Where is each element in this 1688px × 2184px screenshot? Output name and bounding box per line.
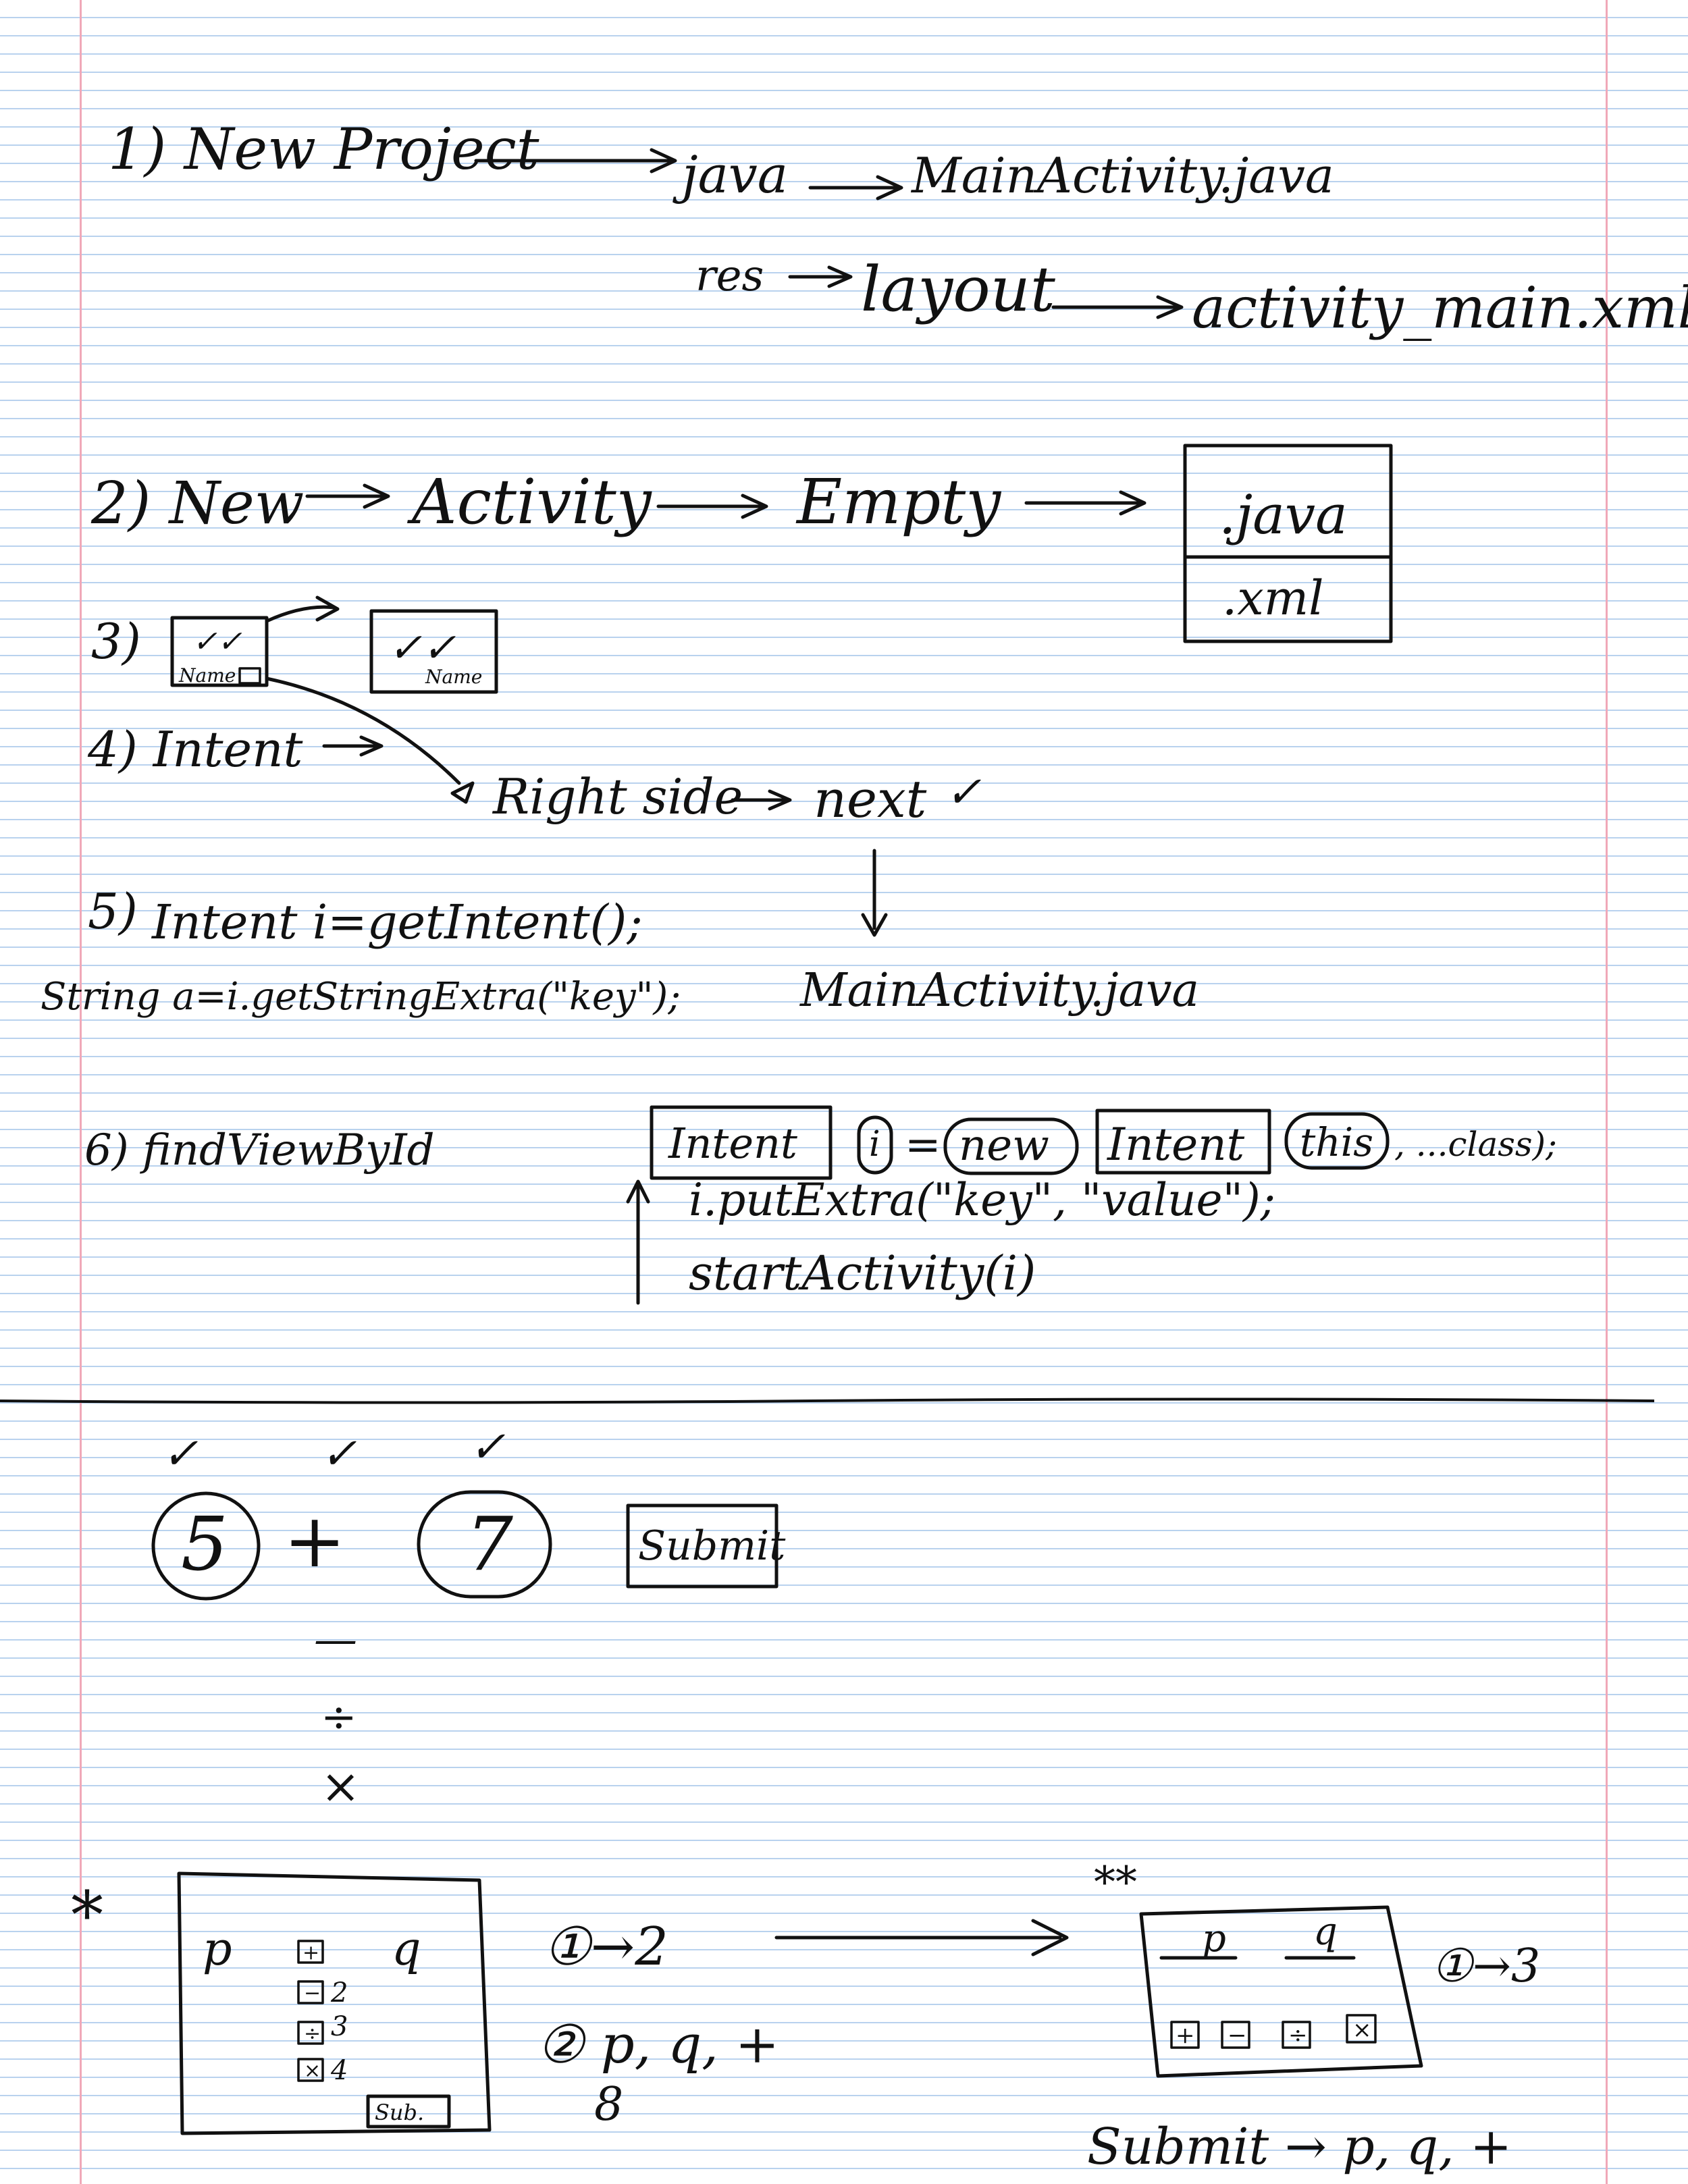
op-times: × (304, 2059, 321, 2083)
calc-minus: — (314, 1615, 357, 1665)
screen-box-1-caption: Name (178, 664, 236, 687)
calc-submit: Submit (638, 1522, 786, 1570)
step4-label: 4) Intent (87, 721, 304, 778)
calc-divide: ÷ (321, 1693, 357, 1742)
calc-times: × (321, 1759, 361, 1814)
step2-activity: Activity (406, 466, 652, 538)
step1-layout: layout (861, 253, 1056, 325)
sketch1-p: p (203, 1923, 232, 1976)
note-2-sub: 8 (594, 2078, 623, 2131)
step3-label: 3) (91, 613, 141, 670)
arrow-icon (808, 175, 903, 201)
code-intent-2: Intent (1107, 1119, 1245, 1171)
step1-activity-main: activity_main.xml (1192, 275, 1688, 341)
arrow-icon (774, 1919, 1069, 1956)
file-box-java: .java (1219, 483, 1348, 546)
button-icon (238, 667, 261, 685)
arrow-icon (305, 483, 390, 509)
op-minus: − (1228, 2022, 1247, 2049)
step5-line2: String a=i.getStringExtra("key"); (41, 975, 681, 1019)
code-intent-1: Intent (668, 1119, 797, 1168)
sketch2-submit-line: Submit → p, q, + (1087, 2118, 1512, 2176)
step5-line1: Intent i=getIntent(); (151, 895, 643, 950)
arrow-icon (656, 494, 768, 519)
op-divide: ÷ (1288, 2022, 1308, 2049)
handwritten-notes: 1) New Project java MainActivity.java re… (0, 116, 1688, 2176)
screen-box-2-checks: ✓✓ (388, 624, 456, 672)
double-star-mark: ** (1094, 1858, 1137, 1908)
step2-label: 2) New (90, 470, 304, 537)
op-num-4: 4 (330, 2055, 348, 2086)
op-plus: + (302, 1941, 319, 1965)
step1-res: res (695, 251, 764, 301)
code-class-suffix: , ...class); (1394, 1125, 1557, 1164)
code-start-activity: startActivity(i) (689, 1246, 1036, 1301)
note-1: ①→2 (544, 1917, 668, 1977)
calc-plus: + (284, 1497, 346, 1584)
op-divide: ÷ (304, 2022, 321, 2046)
sketch-screen-2 (1139, 1905, 1423, 2078)
op-plus: + (1176, 2022, 1195, 2049)
step4-check: ✓ (945, 768, 982, 818)
step1-label: 1) New Project (108, 116, 539, 182)
code-put-extra: i.putExtra("key", "value"); (689, 1174, 1275, 1226)
calc-num1: 5 (181, 1501, 228, 1587)
arrow-icon (265, 595, 340, 623)
code-var-i: i (869, 1124, 880, 1165)
sketch2-note: ①→3 (1431, 1940, 1540, 1993)
arrow-icon (1051, 295, 1184, 319)
arrow-down-icon (861, 849, 888, 937)
tick-mark: ✓ (321, 1429, 357, 1479)
code-equals: = (905, 1120, 941, 1170)
step4-next: next (814, 769, 927, 829)
code-new: new (959, 1121, 1049, 1171)
screen-box-2-caption: Name (425, 666, 482, 688)
sketch2-p: p (1202, 1917, 1226, 1961)
step2-empty: Empty (795, 466, 1001, 538)
star-mark: * (71, 1877, 103, 1953)
step1-java: java (672, 144, 788, 205)
tick-mark: ✓ (162, 1429, 199, 1479)
sketch2-q: q (1313, 1910, 1338, 1954)
arrow-icon (788, 265, 853, 288)
op-times: × (1352, 2017, 1372, 2044)
step4-right-side: Right side (492, 768, 743, 825)
note-2: ② p, q, + (537, 2015, 779, 2075)
op-num-3: 3 (331, 2011, 348, 2042)
calc-num2: 7 (466, 1501, 513, 1587)
arrow-icon (450, 781, 475, 804)
step4-main-activity: MainActivity.java (799, 964, 1199, 1017)
op-minus: − (304, 1981, 321, 2005)
code-this: this (1300, 1119, 1373, 1165)
step5-label: 5) (88, 883, 138, 940)
arrow-icon (1024, 490, 1146, 516)
step6-label: 6) findViewById (84, 1125, 435, 1175)
op-num-2: 2 (330, 1977, 348, 2008)
arrow-up-icon (626, 1179, 650, 1305)
section-divider (0, 1397, 1655, 1404)
step1-main-activity: MainActivity.java (910, 147, 1334, 204)
file-box-xml: .xml (1222, 570, 1324, 626)
sketch1-submit: Sub. (375, 2100, 424, 2125)
sketch1-q: q (392, 1923, 421, 1976)
arrow-icon (322, 735, 384, 757)
screen-box-1-checks: ✓✓ (192, 624, 242, 659)
tick-mark: ✓ (469, 1422, 506, 1472)
